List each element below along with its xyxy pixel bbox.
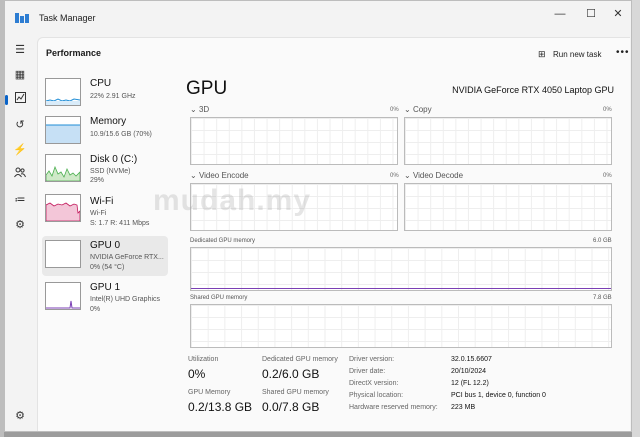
performance-icon[interactable] [5,90,30,110]
task-manager-icon [15,13,29,23]
window-title: Task Manager [39,13,96,23]
services-icon[interactable]: ⚙ [10,215,30,235]
shared-memory-graph [190,304,612,348]
directx-version-value: 12 (FL 12.2) [451,380,489,387]
engine-copy-pct: 0% [603,107,612,113]
background-right [632,0,640,437]
startup-icon[interactable]: ⚡ [10,140,30,160]
engine-3d-label[interactable]: ⌄ 3D [190,105,209,114]
physical-location-label: Physical location: [349,392,404,399]
memory-thumbnail [45,116,81,144]
chevron-down-icon: ⌄ [404,105,413,114]
device-usage: 0% (54 °C) [90,264,125,271]
page-title: Performance [46,48,102,58]
minimize-button[interactable]: — [545,5,575,23]
device-detail: SSD (NVMe) [90,168,131,175]
users-icon[interactable] [10,165,30,185]
device-name: GPU 1 [90,282,121,293]
device-detail: Wi-Fi [90,210,107,217]
history-icon[interactable]: ↺ [10,115,30,135]
physical-location-value: PCI bus 1, device 0, function 0 [451,392,546,399]
gpu-title: GPU [186,78,228,99]
driver-version-value: 32.0.15.6607 [451,356,492,363]
device-gpu1[interactable]: GPU 1 Intel(R) UHD Graphics 0% [42,278,168,318]
reserved-memory-value: 223 MB [451,404,476,411]
device-detail: 10.9/15.6 GB (70%) [90,131,152,138]
engine-3d-graph [190,117,398,165]
chevron-down-icon: ⌄ [404,171,413,180]
device-detail: Intel(R) UHD Graphics [90,296,161,303]
device-name: Memory [90,116,127,127]
device-detail: NVIDIA GeForce RTX... [90,254,164,261]
engine-copy-graph [404,117,612,165]
reserved-memory-label: Hardware reserved memory: [349,404,438,411]
engine-video-encode-pct: 0% [390,173,399,179]
chevron-down-icon: ⌄ [190,171,199,180]
device-memory[interactable]: Memory 10.9/15.6 GB (70%) [42,112,168,152]
shared-stat-label: Shared GPU memory [262,389,329,396]
device-disk[interactable]: Disk 0 (C:) SSD (NVMe) 29% [42,150,168,190]
device-usage: 0% [90,306,101,313]
dedicated-memory-graph [190,247,612,291]
processes-icon[interactable]: ▦ [10,65,30,85]
utilization-value: 0% [188,367,206,381]
settings-icon[interactable]: ⚙ [10,406,30,426]
directx-version-label: DirectX version: [349,380,399,387]
details-icon[interactable]: ≔ [10,190,30,210]
task-manager-window: Task Manager — ☐ ✕ ☰ ▦ ↺ ⚡ ≔ ⚙ ⚙ Perform… [4,0,632,432]
driver-date-value: 20/10/2024 [451,368,487,375]
device-name: Disk 0 (C:) [90,154,138,165]
engine-video-decode-graph [404,183,612,231]
title-bar[interactable]: Task Manager — ☐ ✕ [5,1,631,37]
dedicated-stat-label: Dedicated GPU memory [262,356,338,363]
device-list: CPU 22% 2.91 GHz Memory 10.9/15.6 GB (70… [38,70,170,431]
shared-memory-max: 7.8 GB [593,295,612,301]
dedicated-stat-value: 0.2/6.0 GB [262,367,320,381]
content-area: Performance ⊞ Run new task ••• CPU 22% 2.… [37,37,630,431]
close-button[interactable]: ✕ [603,5,631,23]
cpu-thumbnail [45,78,81,106]
gpu-memory-label: GPU Memory [188,389,231,396]
driver-date-label: Driver date: [349,368,386,375]
shared-memory-label: Shared GPU memory [190,295,248,301]
hamburger-icon[interactable]: ☰ [10,40,30,60]
more-options-button[interactable]: ••• [616,46,630,60]
utilization-label: Utilization [188,356,219,363]
engine-video-encode-label[interactable]: ⌄ Video Encode [190,171,249,180]
navigation-rail: ☰ ▦ ↺ ⚡ ≔ ⚙ ⚙ [5,37,33,431]
gpu0-thumbnail [45,240,81,268]
run-task-icon: ⊞ [538,49,546,59]
engine-video-decode-pct: 0% [603,173,612,179]
device-gpu0[interactable]: GPU 0 NVIDIA GeForce RTX... 0% (54 °C) [42,236,168,276]
gpu1-thumbnail [45,282,81,310]
wifi-thumbnail [45,194,81,222]
engine-video-decode-label[interactable]: ⌄ Video Decode [404,171,463,180]
shared-stat-value: 0.0/7.8 GB [262,400,320,414]
gpu-detail-panel: GPU NVIDIA GeForce RTX 4050 Laptop GPU ⌄… [178,70,618,431]
run-new-task-label: Run new task [553,50,602,59]
watermark: mudah.my [153,184,312,217]
run-new-task-button[interactable]: ⊞ Run new task [538,46,601,62]
gpu-model: NVIDIA GeForce RTX 4050 Laptop GPU [452,85,614,95]
chevron-down-icon: ⌄ [190,105,199,114]
dedicated-memory-label: Dedicated GPU memory [190,238,256,244]
device-usage: 29% [90,177,105,184]
gpu-memory-value: 0.2/13.8 GB [188,400,253,414]
engine-3d-pct: 0% [390,107,399,113]
device-wifi[interactable]: Wi-Fi Wi-Fi S: 1.7 R: 411 Mbps [42,192,168,232]
dedicated-memory-max: 6.0 GB [593,238,612,244]
disk-thumbnail [45,154,81,182]
maximize-button[interactable]: ☐ [576,5,606,23]
driver-version-label: Driver version: [349,356,395,363]
device-cpu[interactable]: CPU 22% 2.91 GHz [42,74,168,114]
device-name: GPU 0 [90,240,121,251]
device-name: Wi-Fi [90,196,114,207]
device-throughput: S: 1.7 R: 411 Mbps [90,220,150,227]
engine-copy-label[interactable]: ⌄ Copy [404,105,432,114]
device-name: CPU [90,78,112,89]
device-detail: 22% 2.91 GHz [90,93,136,100]
